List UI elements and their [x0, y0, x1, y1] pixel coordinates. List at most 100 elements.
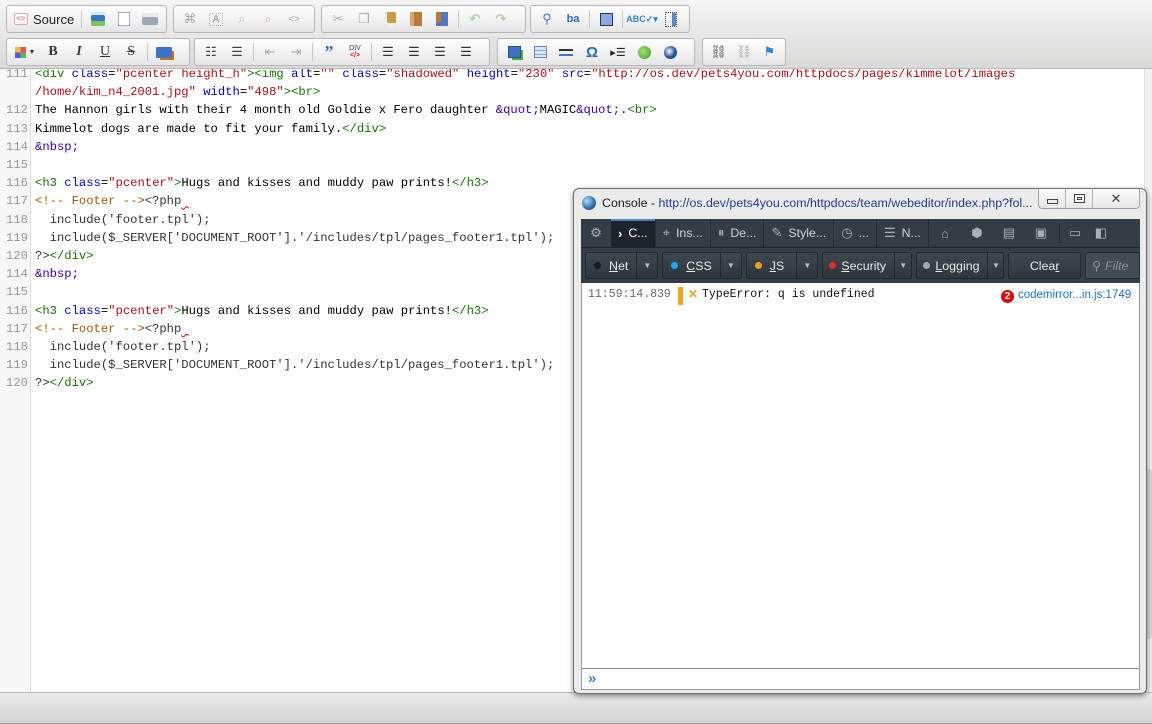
spellcheck-button[interactable]: ABC✓▾ [626, 8, 658, 30]
restore-button[interactable] [1066, 189, 1093, 208]
chevron-down-icon[interactable]: ▼ [895, 253, 911, 278]
select-all-button[interactable]: A [203, 8, 229, 30]
window-title-bar[interactable]: Console - http://os.dev/pets4you.com/htt… [574, 189, 1146, 217]
line-number: 119 [6, 358, 28, 373]
bold-button[interactable]: B [40, 41, 66, 63]
insert-table-button[interactable] [527, 41, 553, 63]
dock-side-icon: ◧ [1094, 225, 1108, 240]
chevron-down-icon[interactable]: ▼ [797, 253, 817, 278]
source-label: Source [33, 11, 75, 27]
show-blocks-button[interactable] [658, 8, 684, 30]
line-text: <h3 class="pcenter">Hugs and kisses and … [35, 303, 489, 318]
underline-button[interactable]: U [92, 41, 118, 63]
special-char-button[interactable]: Ω [579, 41, 605, 63]
filter-label: CSS [686, 258, 712, 273]
line-text: <div class="pcenter height_h"><img alt="… [35, 69, 1016, 81]
iframe-button[interactable] [631, 41, 657, 63]
page-break-button[interactable]: ▸☰ [605, 41, 631, 63]
settings-button[interactable]: ⚙ [581, 219, 611, 247]
tab-profiler[interactable]: ◷... [834, 219, 877, 247]
link-button[interactable]: ⛓ [706, 41, 731, 63]
tab-inspector[interactable]: ⌖ Ins... [656, 219, 711, 247]
stopwatch-icon: ◷ [841, 225, 853, 240]
redo-button[interactable]: ↷ [488, 8, 514, 30]
minimize-button[interactable] [1039, 189, 1066, 208]
logging-dot-icon [923, 262, 931, 269]
preview-button[interactable] [111, 8, 137, 30]
anchor-button[interactable]: ⚑ [757, 41, 782, 63]
paintflashing-button[interactable]: ⌂ [929, 219, 961, 247]
chevron-down-icon[interactable]: ▼ [988, 253, 1003, 278]
toolbar-group-links: ⛓ ⛓ ⚑ [702, 38, 786, 66]
web-button[interactable] [657, 41, 683, 63]
align-center-button[interactable]: ☰ [401, 41, 427, 63]
insert-comment-button[interactable]: ⌕ [229, 8, 255, 30]
align-left-button[interactable]: ☰ [375, 41, 401, 63]
outdent-button[interactable]: ⇤ [257, 41, 283, 63]
maximize-icon [599, 12, 613, 26]
responsive-mode-button[interactable]: ▣ [1025, 219, 1057, 247]
filter-net[interactable]: Net ▼ [585, 252, 659, 279]
tab-console[interactable]: › C... [611, 219, 656, 247]
log-entry[interactable]: 11:59:14.839 ✕ TypeError: q is undefined… [582, 287, 1139, 305]
filter-input[interactable]: ⚲ Filte [1084, 252, 1140, 279]
italic-button[interactable]: I [66, 41, 92, 63]
filter-logging[interactable]: Logging ▼ [916, 252, 1005, 279]
create-div-button[interactable]: DIV </> [342, 41, 368, 63]
dock-side-button[interactable]: ◧ [1088, 219, 1114, 247]
dock-bottom-button[interactable]: ▭ [1062, 219, 1088, 247]
clear-button[interactable]: Clea r [1008, 252, 1081, 279]
print-icon [142, 13, 159, 25]
remove-format-button[interactable] [151, 41, 177, 63]
blockquote-button[interactable]: ” [316, 41, 342, 63]
cut-button[interactable]: ✂ [325, 8, 351, 30]
bulleted-list-button[interactable]: ☰ [224, 41, 250, 63]
insert-image-button[interactable] [501, 41, 527, 63]
console-input[interactable]: » [581, 668, 1140, 690]
find-button[interactable]: ⌘ [177, 8, 203, 30]
print-button[interactable] [137, 8, 163, 30]
code-tag-button[interactable]: <> [281, 8, 307, 30]
toolbar-separator [253, 43, 254, 61]
firefox-globe-icon [582, 196, 596, 210]
indent-button[interactable]: ⇥ [283, 41, 309, 63]
align-right-button[interactable]: ☰ [427, 41, 453, 63]
save-button[interactable] [85, 8, 111, 30]
chevron-down-icon: ▼ [28, 48, 36, 56]
line-text: <h3 class="pcenter">Hugs and kisses and … [35, 176, 489, 191]
line-number: 119 [6, 230, 28, 245]
chevron-down-icon[interactable]: ▼ [637, 253, 657, 278]
styles-button[interactable]: ▼ [10, 41, 40, 63]
3d-view-button[interactable]: ⬢ [961, 219, 993, 247]
chevron-down-icon[interactable]: ▼ [721, 253, 741, 278]
copy-button[interactable]: ❐ [351, 8, 377, 30]
remove-comment-button[interactable]: ⌕ [255, 8, 281, 30]
console-icon: › [618, 225, 623, 241]
tab-style-editor[interactable]: ✎ Style... [764, 219, 835, 247]
filter-js[interactable]: JS ▼ [745, 252, 819, 279]
filter-css[interactable]: CSS ▼ [662, 252, 742, 279]
search-button[interactable]: ⚲ [534, 8, 560, 30]
strikethrough-button[interactable]: S [118, 41, 144, 63]
horizontal-line-button[interactable] [553, 41, 579, 63]
numbered-list-button[interactable]: ☷ [198, 41, 224, 63]
filter-security[interactable]: Security ▼ [822, 252, 913, 279]
scratchpad-button[interactable]: ▤ [993, 219, 1025, 247]
line-text: include($_SERVER['DOCUMENT_ROOT'].'/incl… [35, 358, 555, 373]
outdent-icon: ⇤ [264, 44, 276, 59]
undo-button[interactable]: ↶ [462, 8, 488, 30]
replace-button[interactable]: ba [560, 8, 586, 30]
paste-button[interactable] [377, 8, 403, 30]
tab-network[interactable]: ☰ N... [877, 219, 929, 247]
source-button[interactable]: <> Source [10, 12, 78, 27]
close-button[interactable]: ✕ [1093, 189, 1139, 208]
paste-word-button[interactable] [429, 8, 455, 30]
unlink-button[interactable]: ⛓ [731, 41, 756, 63]
tab-debugger[interactable]: ⏸ De... [711, 219, 765, 247]
justify-button[interactable]: ☰ [453, 41, 479, 63]
line-number: 120 [6, 249, 28, 263]
log-source-link[interactable]: codemirror...in.js:1749 [1018, 289, 1131, 301]
paste-text-button[interactable] [403, 8, 429, 30]
toolbar-group-clipboard: ✂ ❐ ↶ ↷ [321, 5, 526, 33]
maximize-button[interactable] [593, 8, 619, 30]
